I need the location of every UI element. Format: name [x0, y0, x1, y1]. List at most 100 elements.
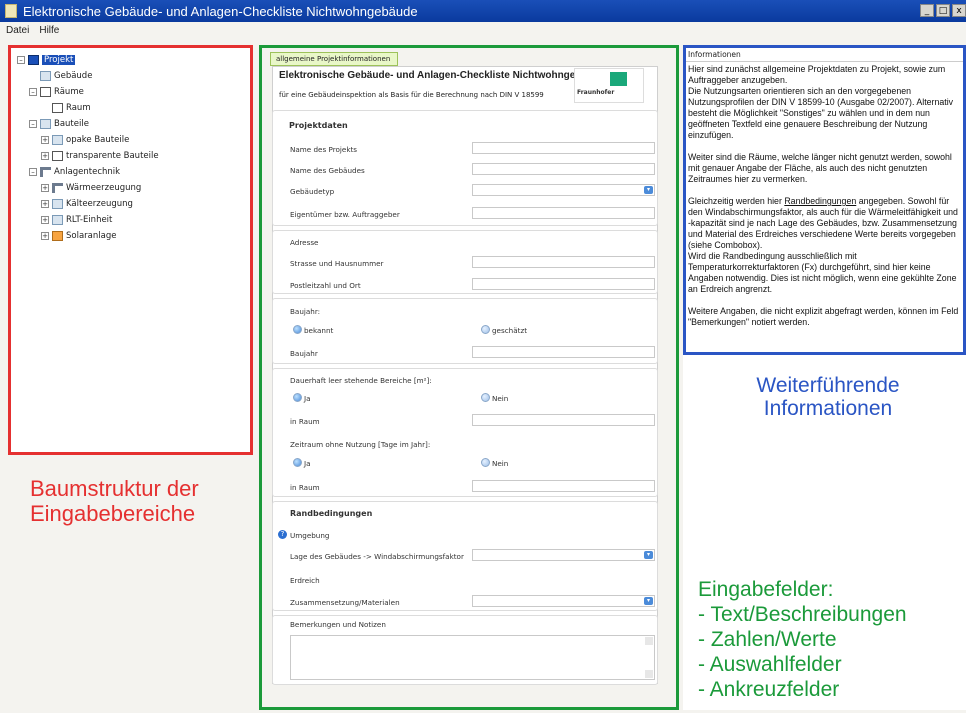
close-button[interactable]: x	[952, 4, 966, 17]
tree-item-label: Wärmeerzeugung	[66, 183, 142, 193]
info-paragraph-6: Weitere Angaben, die nicht explizit abge…	[688, 306, 959, 327]
expand-icon[interactable]: +	[41, 152, 49, 160]
expand-icon[interactable]: +	[41, 232, 49, 240]
tree-item[interactable]: – Projekt	[17, 52, 244, 68]
collapse-icon[interactable]: –	[29, 120, 37, 128]
gebaeudetyp-select[interactable]: ▾	[472, 184, 655, 196]
info-body: Hier sind zunächst allgemeine Projektdat…	[686, 62, 963, 341]
tree-item-label: Bauteile	[54, 119, 89, 129]
label-in-raum-1: in Raum	[290, 417, 320, 426]
label-adresse: Adresse	[290, 238, 319, 247]
name-projekt-input[interactable]	[472, 142, 655, 154]
radio-geschaetzt[interactable]	[481, 325, 490, 334]
expand-icon[interactable]: +	[41, 216, 49, 224]
scroll-up-icon[interactable]	[645, 637, 653, 645]
tree-item-label: transparente Bauteile	[66, 151, 159, 161]
name-gebaeude-input[interactable]	[472, 163, 655, 175]
tree-item[interactable]: + Solaranlage	[17, 228, 244, 244]
tree-item[interactable]: + Wärmeerzeugung	[17, 180, 244, 196]
tree-item-label: RLT-Einheit	[66, 215, 113, 225]
radio-bekannt[interactable]	[293, 325, 302, 334]
collapse-icon[interactable]: –	[17, 56, 25, 64]
tree-item[interactable]: – Bauteile	[17, 116, 244, 132]
tree-item[interactable]: – Anlagentechnik	[17, 164, 244, 180]
tree-item-label: Räume	[54, 87, 84, 97]
randbedingungen-link[interactable]: Randbedingungen	[784, 196, 856, 206]
tree-item[interactable]: + transparente Bauteile	[17, 148, 244, 164]
in-raum-input-2[interactable]	[472, 480, 655, 492]
eigentuemer-input[interactable]	[472, 207, 655, 219]
radio-leer-ja[interactable]	[293, 393, 302, 402]
radio-leer-nein[interactable]	[481, 393, 490, 402]
label-leer-nein: Nein	[492, 394, 509, 403]
building-icon	[40, 71, 51, 81]
label-zeitraum-title: Zeitraum ohne Nutzung [Tage im Jahr]:	[290, 440, 431, 449]
menu-bar: Datei Hilfe	[0, 22, 966, 38]
expand-icon[interactable]: +	[41, 136, 49, 144]
annotation-info: Weiterführende Informationen	[756, 374, 900, 420]
tree-item-label: Anlagentechnik	[54, 167, 121, 177]
label-bekannt: bekannt	[304, 326, 334, 335]
collapse-icon[interactable]: –	[29, 88, 37, 96]
info-header: Informationen	[686, 48, 963, 62]
label-zeitraum-ja: Ja	[304, 459, 311, 468]
strasse-input[interactable]	[472, 256, 655, 268]
radio-zeitraum-nein[interactable]	[481, 458, 490, 467]
label-umgebung: Umgebung	[290, 531, 330, 540]
radio-zeitraum-ja[interactable]	[293, 458, 302, 467]
form-subtitle: für eine Gebäudeinspektion als Basis für…	[279, 91, 544, 99]
label-geschaetzt: geschätzt	[492, 326, 528, 335]
room-icon	[52, 103, 63, 113]
label-baujahr: Baujahr	[290, 349, 318, 358]
ventilation-icon	[52, 215, 63, 225]
tree-item[interactable]: Raum	[17, 100, 244, 116]
label-baujahr-title: Baujahr:	[290, 307, 321, 316]
collapse-icon[interactable]: –	[29, 168, 37, 176]
label-zusammensetzung: Zusammensetzung/Materialen	[290, 598, 400, 607]
label-erdreich: Erdreich	[290, 576, 320, 585]
zusammensetzung-select[interactable]: ▾	[472, 595, 655, 607]
expand-icon[interactable]: +	[41, 184, 49, 192]
label-gebaeudetyp: Gebäudetyp	[290, 187, 335, 196]
chevron-down-icon[interactable]: ▾	[644, 597, 653, 605]
chevron-down-icon[interactable]: ▾	[644, 551, 653, 559]
menu-help[interactable]: Hilfe	[39, 25, 59, 36]
bemerkungen-textarea[interactable]	[290, 635, 655, 680]
tree-item[interactable]: + opake Bauteile	[17, 132, 244, 148]
label-name-gebaeude: Name des Gebäudes	[290, 166, 365, 175]
app-icon	[5, 4, 17, 18]
info-panel: Informationen Hier sind zunächst allgeme…	[683, 45, 966, 355]
label-name-projekt: Name des Projekts	[290, 145, 358, 154]
plz-input[interactable]	[472, 278, 655, 290]
lage-select[interactable]: ▾	[472, 549, 655, 561]
minimize-button[interactable]: _	[920, 4, 934, 17]
tree-item[interactable]: Gebäude	[17, 68, 244, 84]
tree-item[interactable]: + Kälteerzeugung	[17, 196, 244, 212]
baujahr-input[interactable]	[472, 346, 655, 358]
section-leerstand	[272, 368, 658, 497]
tab-allgemeine-projektinformationen[interactable]: allgemeine Projektinformationen	[270, 52, 398, 66]
fraunhofer-logo: Fraunhofer	[574, 68, 644, 103]
tree-item-label: opake Bauteile	[66, 135, 130, 145]
help-icon[interactable]: ?	[278, 530, 287, 539]
expand-icon[interactable]: +	[41, 200, 49, 208]
tree-item-label: Kälteerzeugung	[66, 199, 133, 209]
label-eigentuemer: Eigentümer bzw. Auftraggeber	[290, 210, 400, 219]
tree-item-label: Solaranlage	[66, 231, 117, 241]
menu-file[interactable]: Datei	[6, 25, 29, 36]
chevron-down-icon[interactable]: ▾	[644, 186, 653, 194]
logo-brand: Fraunhofer	[577, 89, 615, 96]
window-title: Elektronische Gebäude- und Anlagen-Check…	[23, 3, 418, 19]
label-lage: Lage des Gebäudes -> Windabschirmungsfak…	[290, 552, 464, 561]
scroll-down-icon[interactable]	[645, 670, 653, 678]
in-raum-input-1[interactable]	[472, 414, 655, 426]
tree-item[interactable]: – Räume	[17, 84, 244, 100]
component-icon	[40, 119, 51, 129]
tree-item[interactable]: + RLT-Einheit	[17, 212, 244, 228]
window-icon	[52, 151, 63, 161]
pipe-icon	[40, 167, 51, 177]
form-title: Elektronische Gebäude- und Anlagen-Check…	[279, 70, 605, 81]
maximize-button[interactable]: □	[936, 4, 950, 17]
